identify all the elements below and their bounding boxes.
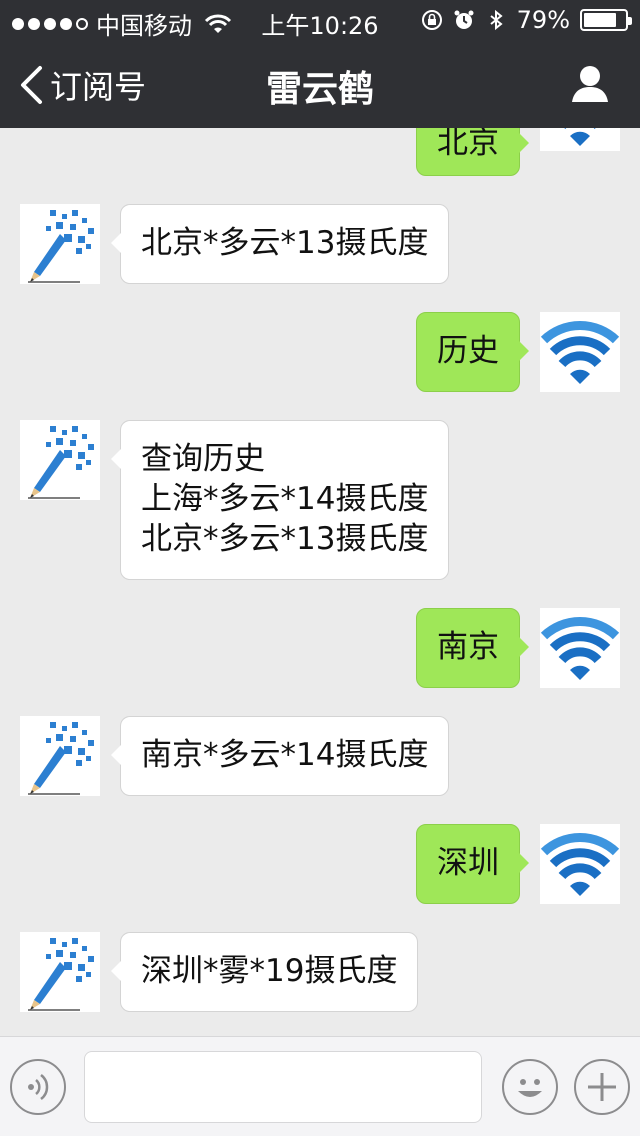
wifi-icon[interactable] [540,128,620,151]
pencil-letters-icon[interactable] [20,420,100,500]
page-title: 雷云鹤 [265,69,374,110]
smiley-icon [518,1079,542,1097]
outgoing-bubble[interactable]: 北京 [416,128,529,176]
plus-icon [588,1073,616,1101]
emoji-button[interactable] [502,1059,558,1115]
input-bar [0,1036,640,1136]
bluetooth-icon [490,9,503,31]
outgoing-bubble[interactable]: 南京 [416,608,529,688]
incoming-bubble[interactable]: 南京*多云*14摄氏度 [110,716,450,796]
pencil-letters-icon[interactable] [20,932,100,1012]
pencil-letters-icon[interactable] [20,204,100,284]
wifi-icon[interactable] [540,608,620,688]
outgoing-bubble[interactable]: 深圳 [416,824,529,904]
wifi-icon[interactable] [540,824,620,904]
navigation-bar: 订阅号 雷云鹤 [0,40,640,128]
person-icon[interactable] [570,64,610,104]
battery-icon [580,9,632,31]
top-bar: 中国移动 上午10:26 79% 订阅号 雷云鹤 [0,0,640,128]
battery-percent: 79% [516,6,570,34]
incoming-bubble[interactable]: 深圳*雾*19摄氏度 [110,932,419,1012]
wifi-icon[interactable] [540,312,620,392]
outgoing-bubble[interactable]: 历史 [416,312,529,392]
message-input[interactable] [84,1051,482,1123]
incoming-bubble[interactable]: 查询历史 上海*多云*14摄氏度 北京*多云*13摄氏度 [110,420,450,580]
alarm-icon [454,10,474,29]
incoming-bubble[interactable]: 北京*多云*13摄氏度 [110,204,450,284]
rotation-lock-icon [421,10,442,30]
voice-button[interactable] [10,1059,66,1115]
plus-button[interactable] [574,1059,630,1115]
status-bar: 中国移动 上午10:26 79% [0,0,640,40]
pencil-letters-icon[interactable] [20,716,100,796]
voice-icon [28,1074,49,1100]
chat-area[interactable]: 北京 北京*多云*13摄氏度 历史 查询历史 上海*多云*14摄氏度 北京*多云… [0,128,640,1036]
